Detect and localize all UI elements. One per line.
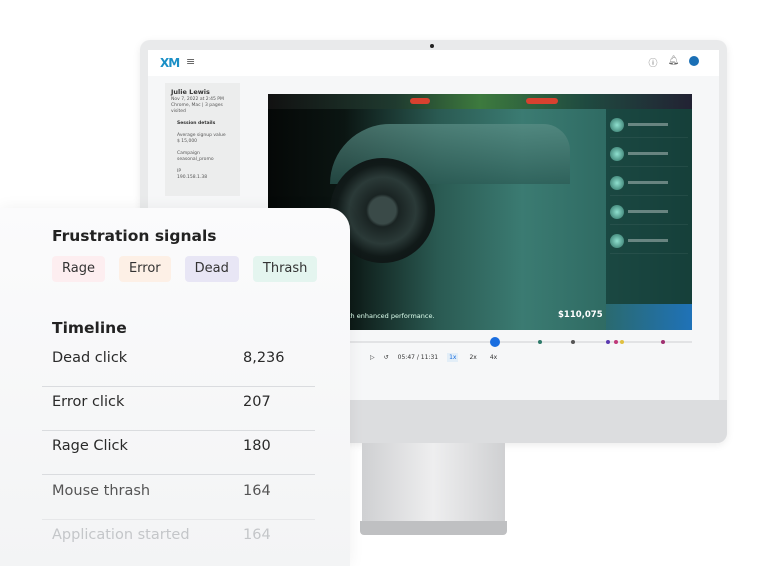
table-row[interactable]: Error click 207: [42, 387, 315, 431]
video-price: $110,075: [558, 310, 603, 320]
chip-rage[interactable]: Rage: [52, 256, 105, 282]
scrubber-handle[interactable]: [490, 337, 500, 347]
monitor-foot: [360, 521, 507, 535]
frustration-panel: Frustration signals Rage Error Dead Thra…: [0, 208, 350, 566]
table-row[interactable]: Mouse thrash 164: [42, 476, 315, 520]
chip-thrash[interactable]: Thrash: [252, 256, 318, 282]
row-label: Application started: [52, 527, 190, 543]
row-label: Mouse thrash: [52, 483, 151, 499]
help-icon[interactable]: ⓘ: [649, 56, 658, 69]
panel-title: Frustration signals: [52, 227, 217, 245]
row-value: 207: [243, 394, 271, 410]
avatar[interactable]: [689, 56, 699, 66]
event-marker[interactable]: [538, 340, 542, 344]
replay-icon[interactable]: ↺: [384, 354, 389, 361]
row-value: 180: [243, 438, 271, 454]
speed-4x[interactable]: 4x: [488, 353, 499, 362]
player-controls: ▷ ↺ 05:47 / 11:31 1x 2x 4x: [370, 353, 499, 362]
top-bar: XM ≡ ⓘ 🔔︎: [148, 50, 719, 76]
table-row[interactable]: Rage Click 180: [42, 431, 315, 475]
video-site-nav: [268, 94, 692, 109]
table-row[interactable]: Application started 164: [42, 520, 315, 564]
session-browser: Chrome, Mac | 3 pages visited: [171, 103, 223, 114]
play-icon[interactable]: ▷: [370, 354, 375, 361]
speed-2x[interactable]: 2x: [467, 353, 478, 362]
row-label: Error click: [52, 394, 125, 410]
bell-icon[interactable]: 🔔︎: [668, 56, 679, 69]
session-details-title: Session details: [177, 121, 216, 126]
field-value: seasonal_promo: [177, 157, 214, 162]
row-label: Dead click: [52, 350, 128, 366]
wheel-options-panel: [606, 109, 692, 330]
monitor-stand: [362, 443, 505, 523]
event-marker[interactable]: [620, 340, 624, 344]
field-value: 190.158.1.38: [177, 175, 208, 180]
row-value: 164: [243, 527, 271, 543]
row-value: 164: [243, 483, 271, 499]
video-tagline: th enhanced performance.: [348, 312, 435, 320]
session-sidebar: Julie Lewis Nov 7, 2022 at 2:45 PM Chrom…: [165, 83, 240, 196]
timeline-title: Timeline: [52, 319, 127, 337]
field-value: $ 15,000: [177, 139, 198, 144]
hamburger-icon[interactable]: ≡: [186, 55, 195, 68]
event-marker[interactable]: [571, 340, 575, 344]
event-marker[interactable]: [614, 340, 618, 344]
error-highlight: [526, 98, 558, 104]
speed-1x[interactable]: 1x: [447, 353, 459, 362]
video-cta: [606, 304, 692, 330]
rage-highlight: [410, 98, 430, 104]
time-display: 05:47 / 11:31: [397, 354, 439, 361]
chip-error[interactable]: Error: [118, 256, 171, 282]
row-label: Rage Click: [52, 438, 128, 454]
camera: [430, 44, 434, 48]
row-value: 8,236: [243, 350, 285, 366]
event-marker[interactable]: [606, 340, 610, 344]
event-marker[interactable]: [661, 340, 665, 344]
user-name: Julie Lewis: [171, 88, 210, 96]
table-row[interactable]: Dead click 8,236: [42, 343, 315, 387]
logo: XM: [160, 56, 180, 70]
chip-dead[interactable]: Dead: [184, 256, 239, 282]
